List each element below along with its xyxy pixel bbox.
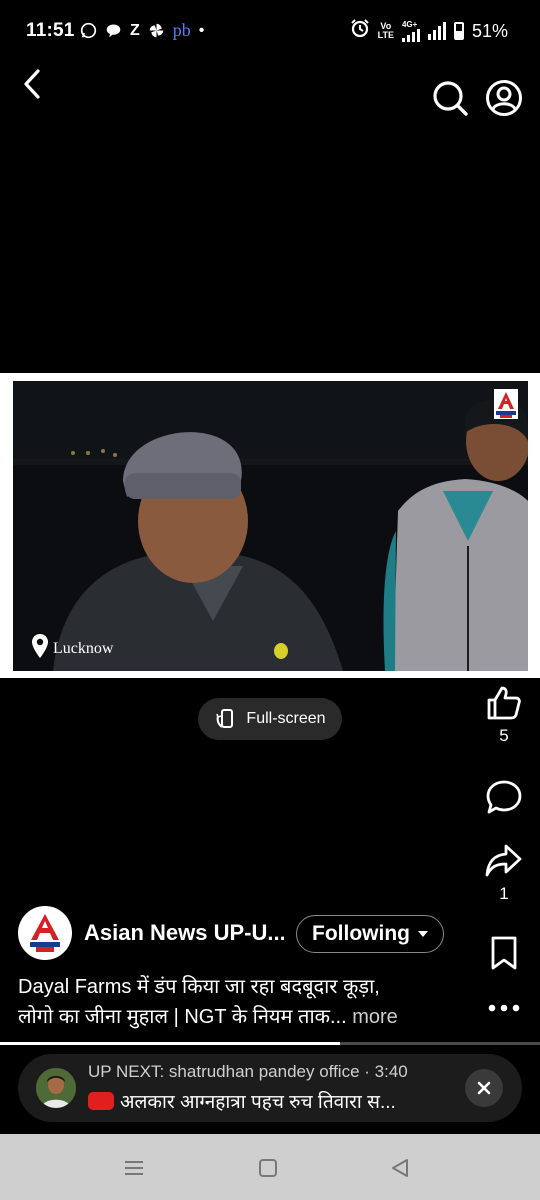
volte-bottom: LTE [377,30,394,40]
battery-percent: 51% [471,20,508,41]
up-next-avatar-image [36,1068,76,1108]
comment-bubble-icon [486,780,522,814]
up-next-title: अलकार आग्नहात्रा पहच रुच तिवारा स... [120,1092,396,1113]
channel-avatar[interactable] [18,906,72,960]
account-button[interactable] [484,78,524,118]
signal-4g-icon: 4G+ [401,19,420,42]
progress-fill [0,1042,341,1045]
back-nav-button[interactable] [388,1156,412,1180]
notification-icons: Z pb • [80,20,204,41]
net-type-label: 4G+ [401,19,418,29]
share-button[interactable]: 1 [474,842,534,904]
share-arrow-icon [485,844,522,877]
title-line-2-wrap: लोगो का जीना मुहाल | NGT के नियम ताक... … [18,1002,448,1032]
fullscreen-label: Full-screen [246,710,326,727]
following-button[interactable]: Following [296,915,444,953]
like-button[interactable]: 5 [474,684,534,746]
back-arrow-icon [24,69,40,99]
signal-icon [427,22,446,40]
status-bar: 11:51 Z pb • Vo LTE 4G+ 51% [0,0,540,62]
bookmark-icon [491,936,517,970]
back-triangle-icon [392,1159,408,1177]
following-label: Following [312,922,410,945]
account-icon [486,80,522,116]
fullscreen-button[interactable]: Full-screen [198,698,342,740]
up-next-heading: UP NEXT: shatrudhan pandey office · 3:40 [88,1062,408,1081]
close-icon [477,1081,491,1095]
video-player[interactable]: Lucknow [0,373,540,678]
system-navigation-bar [0,1134,540,1200]
back-button[interactable] [14,62,50,106]
save-button[interactable] [474,935,534,971]
thumbs-up-icon [487,686,521,720]
alarm-icon [350,18,370,44]
search-icon [433,81,468,116]
video-frame-content[interactable]: Lucknow [13,381,528,671]
location-label: Lucknow [53,640,114,657]
chevron-down-icon [417,931,428,937]
pinwheel-icon [148,22,165,39]
search-button[interactable] [430,78,470,118]
more-link[interactable]: more [352,1006,398,1028]
channel-logo-watermark [494,389,518,419]
location-tag: Lucknow [31,633,113,659]
close-up-next-button[interactable] [465,1069,503,1107]
video-scene-image [13,381,528,671]
pb-app-icon: pb [172,20,191,40]
share-count: 1 [499,884,509,903]
fullscreen-rotate-icon [216,709,234,728]
recents-menu-icon [125,1161,143,1175]
like-count: 5 [499,726,509,745]
system-status: Vo LTE 4G+ 51% [350,18,508,44]
z-app-icon: Z [130,21,140,39]
more-notifications-dot: • [198,21,205,39]
up-next-avatar [36,1068,76,1108]
recents-button[interactable] [122,1156,146,1180]
more-dots-icon [488,1004,520,1012]
battery-icon [453,22,464,40]
title-line-1: Dayal Farms में डंप किया जा रहा बदबूदार … [18,976,380,998]
progress-bar[interactable] [0,1042,540,1045]
whatsapp-icon [80,22,97,39]
location-pin-icon [32,634,48,658]
volte-indicator: Vo LTE [378,22,394,40]
home-square-icon [259,1159,277,1177]
up-next-card[interactable]: UP NEXT: shatrudhan pandey office · 3:40… [18,1054,522,1122]
channel-logo-icon [30,914,60,952]
up-next-title-row: अलकार आग्नहात्रा पहच रुच तिवारा स... [88,1088,448,1114]
chat-bubble-icon [105,22,122,39]
home-button[interactable] [256,1156,280,1180]
comments-button[interactable] [474,778,534,816]
title-line-2: लोगो का जीना मुहाल | NGT के नियम ताक... [18,1006,347,1028]
channel-name[interactable]: Asian News UP-U... [84,920,284,946]
red-heart-icon [88,1092,114,1110]
more-options-button[interactable] [474,1002,534,1014]
video-title[interactable]: Dayal Farms में डंप किया जा रहा बदबूदार … [18,972,448,1032]
status-time: 11:51 [26,20,75,41]
